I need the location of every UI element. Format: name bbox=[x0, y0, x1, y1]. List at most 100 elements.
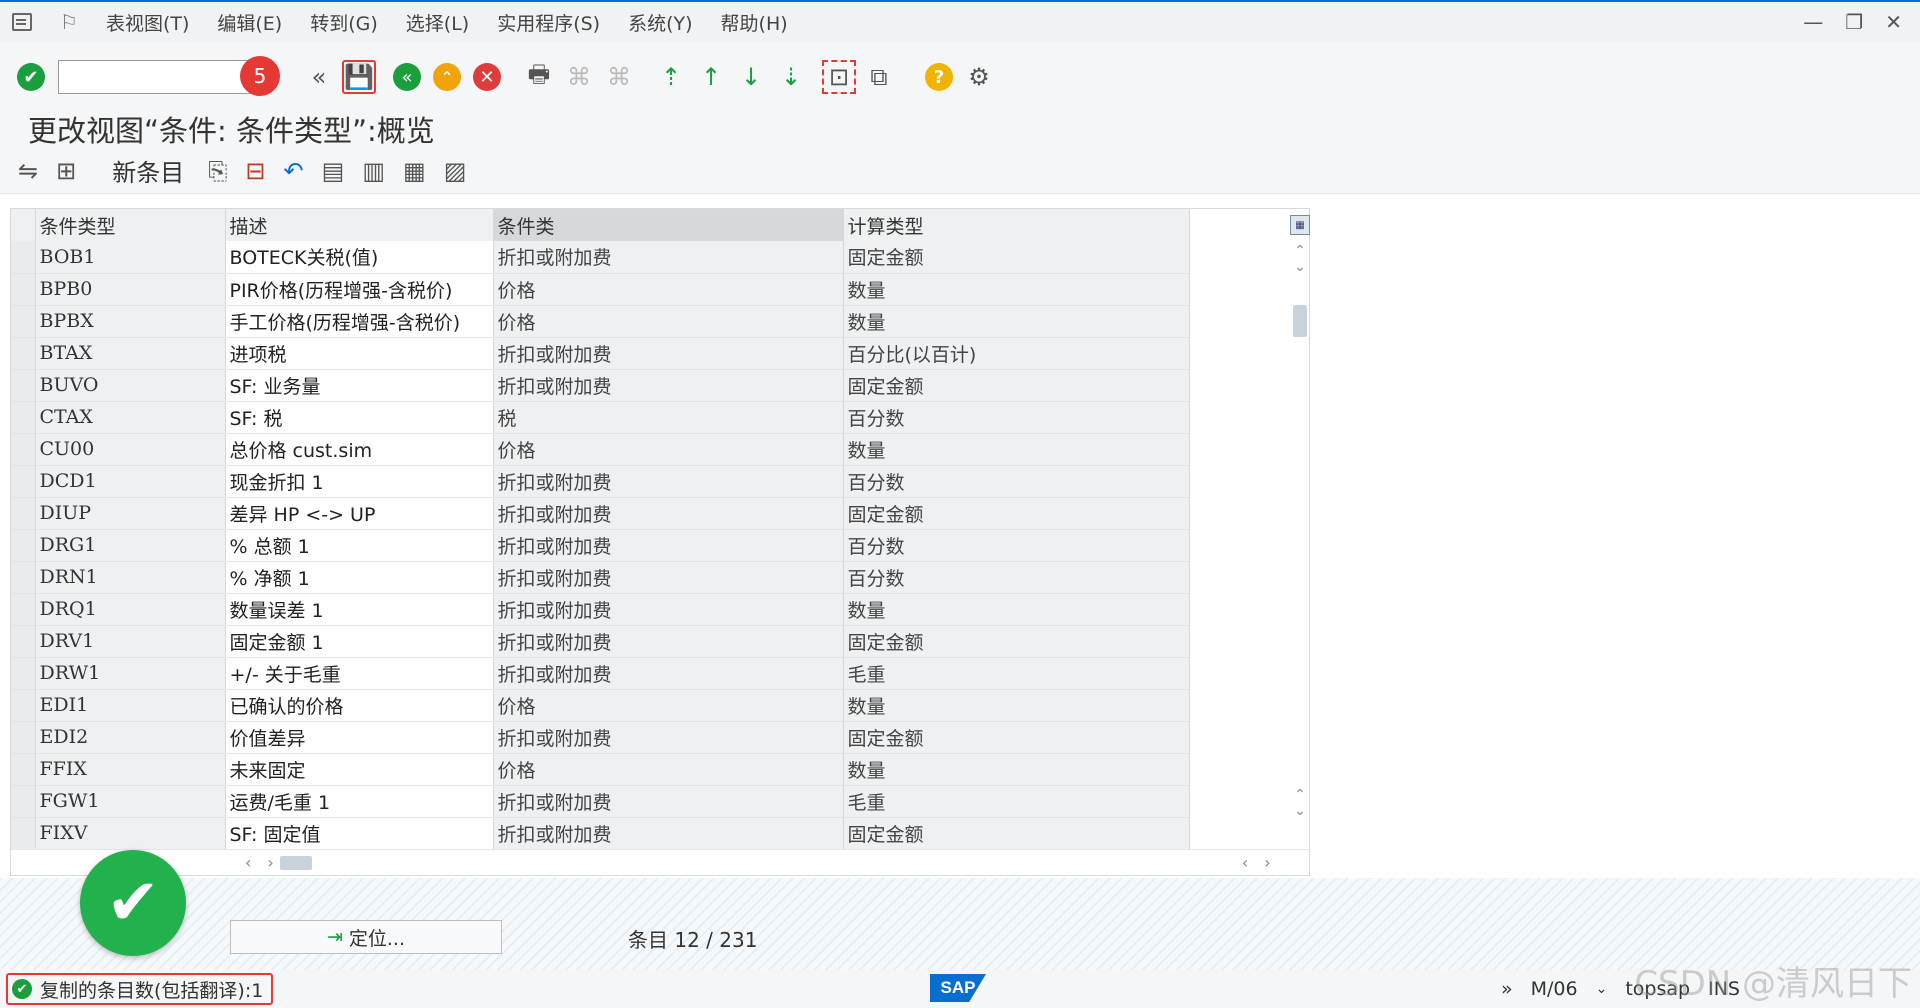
row-selector[interactable] bbox=[11, 369, 36, 402]
new-entries-button[interactable]: 新条目 bbox=[112, 153, 184, 188]
prev-page-button[interactable]: ↑ bbox=[694, 60, 728, 94]
cell-description[interactable]: 手工价格(历程增强-含税价) bbox=[225, 305, 494, 338]
h-scroll-thumb[interactable] bbox=[279, 855, 312, 870]
status-message[interactable]: ✔ 复制的条目数(包括翻译):1 bbox=[6, 973, 274, 1005]
horizontal-scrollbar[interactable]: ‹ › ‹ › bbox=[11, 849, 1311, 875]
table-row[interactable]: DRW1 +/- 关于毛重 折扣或附加费 毛重 bbox=[11, 657, 1190, 690]
row-selector[interactable] bbox=[11, 433, 36, 466]
table-row[interactable]: CTAX SF: 税税百分数 bbox=[11, 401, 1190, 434]
scroll-left-icon[interactable]: ‹ bbox=[245, 853, 251, 872]
cell-description[interactable]: BOTECK关税(值) bbox=[225, 241, 494, 274]
menu-utilities[interactable]: 实用程序(S) bbox=[497, 9, 600, 36]
table-row[interactable]: BOB1 BOTECK关税(值) 折扣或附加费 固定金额 bbox=[11, 241, 1190, 274]
row-selector[interactable] bbox=[11, 305, 36, 338]
table-row[interactable]: BPB0 PIR价格(历程增强-含税价) 价格 数量 bbox=[11, 273, 1190, 306]
table-row[interactable]: DRN1% 净额 1 折扣或附加费 百分数 bbox=[11, 561, 1190, 594]
row-selector[interactable] bbox=[11, 529, 36, 562]
enter-button[interactable]: ✔ bbox=[14, 60, 48, 94]
cell-description[interactable]: % 净额 1 bbox=[225, 561, 494, 594]
find-button[interactable]: ⌘ bbox=[562, 60, 596, 94]
cell-description[interactable]: 未来固定 bbox=[225, 753, 494, 786]
table-row[interactable]: CU00 总价格 cust.sim 价格 数量 bbox=[11, 433, 1190, 466]
table-row[interactable]: DIUP 差异 HP <-> UP 折扣或附加费 固定金额 bbox=[11, 497, 1190, 530]
cell-description[interactable]: 总价格 cust.sim bbox=[225, 433, 494, 466]
back-button[interactable]: « bbox=[390, 60, 424, 94]
row-selector-header[interactable] bbox=[11, 209, 36, 241]
table-row[interactable]: FIXV SF: 固定值 折扣或附加费 固定金额 bbox=[11, 817, 1190, 850]
minimize-icon[interactable]: — bbox=[1803, 10, 1823, 34]
table-row[interactable]: BUVO SF: 业务量 折扣或附加费 固定金额 bbox=[11, 369, 1190, 402]
cell-description[interactable]: 固定金额 1 bbox=[225, 625, 494, 658]
table-row[interactable]: FGW1 运费/毛重 1 折扣或附加费 毛重 bbox=[11, 785, 1190, 818]
restore-icon[interactable]: ❐ bbox=[1845, 10, 1863, 34]
select-all-icon[interactable]: ▤ bbox=[322, 157, 345, 185]
save-button[interactable]: 💾 bbox=[342, 60, 376, 94]
row-selector[interactable] bbox=[11, 817, 36, 850]
row-selector[interactable] bbox=[11, 401, 36, 434]
scroll-left-end-icon[interactable]: ‹ bbox=[1242, 853, 1248, 872]
row-selector[interactable] bbox=[11, 689, 36, 722]
table-row[interactable]: FFIX 未来固定 价格 数量 bbox=[11, 753, 1190, 786]
cell-description[interactable]: +/- 关于毛重 bbox=[225, 657, 494, 690]
select-block-icon[interactable]: ▥ bbox=[362, 157, 385, 185]
find-next-button[interactable]: ⌘ bbox=[602, 60, 636, 94]
scroll-right-icon[interactable]: › bbox=[267, 853, 273, 872]
cell-description[interactable]: SF: 税 bbox=[225, 401, 494, 434]
deselect-all-icon[interactable]: ▦ bbox=[403, 157, 426, 185]
delete-icon[interactable]: ⊟ bbox=[245, 157, 265, 185]
chevron-down-icon[interactable]: ⌄ bbox=[1596, 981, 1608, 997]
row-selector[interactable] bbox=[11, 497, 36, 530]
row-selector[interactable] bbox=[11, 657, 36, 690]
row-selector[interactable] bbox=[11, 593, 36, 626]
system-menu-icon[interactable] bbox=[12, 13, 32, 31]
page-down-icon[interactable]: ⌄ bbox=[1294, 803, 1306, 819]
expand-status-icon[interactable]: » bbox=[1501, 978, 1513, 1000]
details-icon[interactable]: ⊞ bbox=[56, 157, 76, 185]
table-row[interactable]: EDI2 价值差异 折扣或附加费 固定金额 bbox=[11, 721, 1190, 754]
cell-description[interactable]: 数量误差 1 bbox=[225, 593, 494, 626]
column-header-condition-class[interactable]: 条件类 bbox=[493, 209, 844, 241]
scroll-thumb[interactable] bbox=[1293, 305, 1307, 337]
session-info[interactable]: M/06 bbox=[1531, 978, 1578, 1000]
table-row[interactable]: DCD1 现金折扣 1 折扣或附加费 百分数 bbox=[11, 465, 1190, 498]
new-session-button[interactable]: ⊡ bbox=[822, 60, 856, 94]
cell-description[interactable]: 进项税 bbox=[225, 337, 494, 370]
pin-icon[interactable]: ⚐ bbox=[60, 10, 78, 34]
exit-button[interactable]: ⌃ bbox=[430, 60, 464, 94]
row-selector[interactable] bbox=[11, 721, 36, 754]
column-header-calculation-type[interactable]: 计算类型 bbox=[843, 209, 1190, 241]
table-row[interactable]: DRQ1 数量误差 1 折扣或附加费 数量 bbox=[11, 593, 1190, 626]
row-selector[interactable] bbox=[11, 625, 36, 658]
next-page-button[interactable]: ↓ bbox=[734, 60, 768, 94]
row-selector[interactable] bbox=[11, 561, 36, 594]
row-selector[interactable] bbox=[11, 785, 36, 818]
cell-description[interactable]: 现金折扣 1 bbox=[225, 465, 494, 498]
undo-icon[interactable]: ↶ bbox=[284, 157, 304, 185]
row-selector[interactable] bbox=[11, 337, 36, 370]
scroll-down-icon[interactable]: ⌄ bbox=[1294, 259, 1306, 275]
display-change-icon[interactable]: ⇋ bbox=[18, 157, 38, 185]
table-row[interactable]: EDI1 已确认的价格 价格 数量 bbox=[11, 689, 1190, 722]
copy-as-icon[interactable]: ⎘ bbox=[208, 157, 227, 185]
help-button[interactable]: ? bbox=[922, 60, 956, 94]
cell-description[interactable]: SF: 业务量 bbox=[225, 369, 494, 402]
cell-description[interactable]: SF: 固定值 bbox=[225, 817, 494, 850]
last-page-button[interactable]: ⇣ bbox=[774, 60, 808, 94]
column-header-condition-type[interactable]: 条件类型 bbox=[35, 209, 226, 241]
menu-help[interactable]: 帮助(H) bbox=[721, 9, 788, 36]
cell-description[interactable]: PIR价格(历程增强-含税价) bbox=[225, 273, 494, 306]
row-selector[interactable] bbox=[11, 753, 36, 786]
menu-edit[interactable]: 编辑(E) bbox=[217, 9, 282, 36]
settings-button[interactable]: ⚙ bbox=[962, 60, 996, 94]
shortcut-button[interactable]: ⧉ bbox=[862, 60, 896, 94]
print-button[interactable]: 🖶 bbox=[522, 60, 556, 94]
table-row[interactable]: DRG1% 总额 1 折扣或附加费 百分数 bbox=[11, 529, 1190, 562]
scroll-right-end-icon[interactable]: › bbox=[1264, 853, 1270, 872]
cell-description[interactable]: 差异 HP <-> UP bbox=[225, 497, 494, 530]
double-chevron-left-icon[interactable]: « bbox=[302, 60, 336, 94]
vertical-scrollbar[interactable]: ▦ ⌃ ⌄ ⌃ ⌄ bbox=[1289, 209, 1311, 849]
position-button[interactable]: ⇥ 定位... bbox=[230, 920, 502, 954]
column-header-description[interactable]: 描述 bbox=[225, 209, 494, 241]
table-row[interactable]: DRV1 固定金额 1 折扣或附加费 固定金额 bbox=[11, 625, 1190, 658]
menu-system[interactable]: 系统(Y) bbox=[628, 9, 692, 36]
